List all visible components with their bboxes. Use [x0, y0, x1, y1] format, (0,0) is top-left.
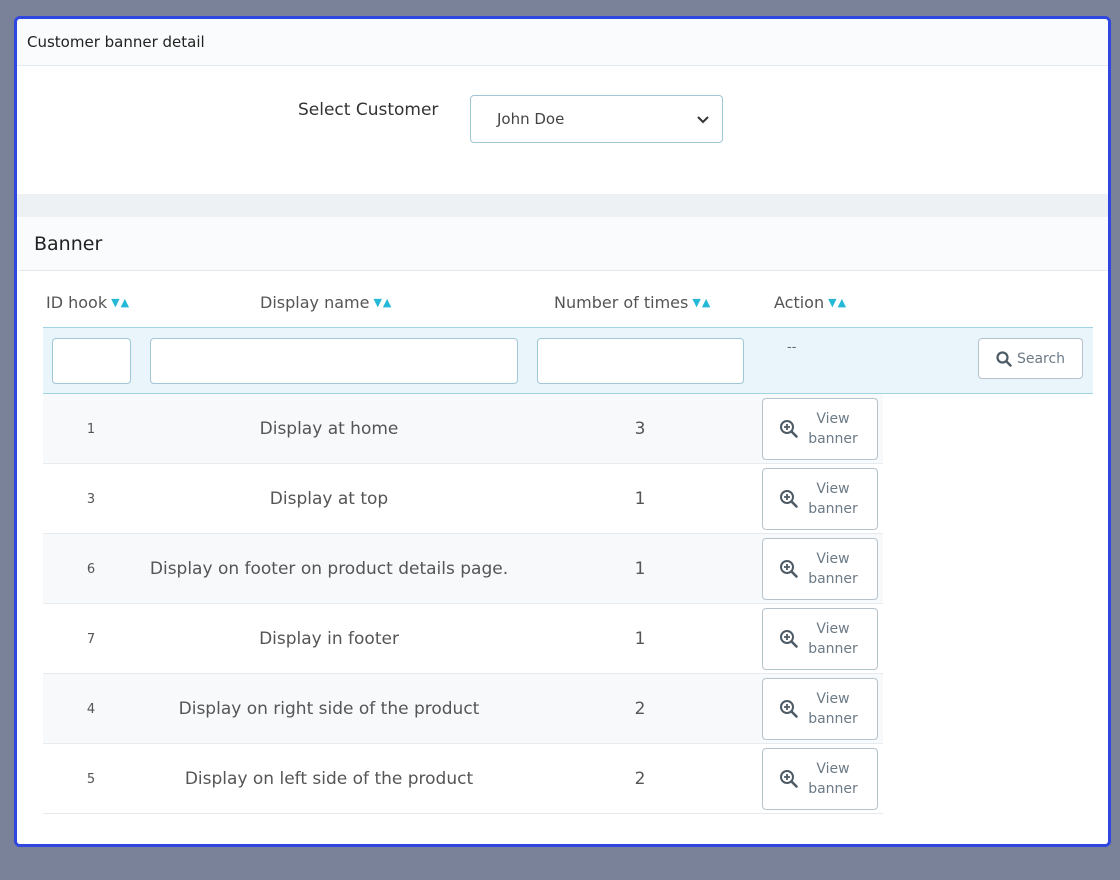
cell-id-hook: 1	[86, 422, 96, 437]
column-action-label: Action	[774, 293, 825, 312]
view-banner-button[interactable]: View banner	[762, 608, 878, 670]
filter-display-name-input[interactable]	[150, 338, 518, 384]
chevron-down-icon	[697, 116, 709, 124]
zoom-in-icon	[780, 630, 798, 648]
column-id-hook-label: ID hook	[46, 293, 108, 312]
table-row: 1 Display at home 3 View banner	[43, 394, 883, 464]
sort-icon[interactable]: ▼▲	[692, 296, 711, 309]
banner-panel: Banner ID hook ▼▲ Display name ▼▲ Number…	[17, 217, 1108, 844]
cell-id-hook: 4	[86, 702, 96, 717]
search-button[interactable]: Search	[978, 338, 1083, 379]
filter-action-placeholder: --	[787, 340, 797, 355]
sort-icon[interactable]: ▼▲	[111, 296, 130, 309]
view-banner-button[interactable]: View banner	[762, 468, 878, 530]
table-row: 6 Display on footer on product details p…	[43, 534, 883, 604]
cell-display-name: Display on left side of the product	[184, 769, 474, 789]
column-display-name-label: Display name	[260, 293, 370, 312]
cell-number-of-times: 1	[634, 629, 646, 649]
column-number-of-times-label: Number of times	[554, 293, 689, 312]
section-gap	[17, 194, 1108, 217]
customer-label: Select Customer	[298, 100, 439, 120]
cell-number-of-times: 2	[634, 769, 646, 789]
view-banner-label: View banner	[808, 621, 858, 657]
filter-number-of-times-input[interactable]	[537, 338, 744, 384]
banner-title: Banner	[34, 233, 103, 255]
banner-table: ID hook ▼▲ Display name ▼▲ Number of tim…	[43, 271, 1093, 814]
cell-display-name: Display at home	[259, 419, 399, 439]
table-row: 5 Display on left side of the product 2 …	[43, 744, 883, 814]
table-row: 4 Display on right side of the product 2…	[43, 674, 883, 744]
view-banner-label: View banner	[808, 691, 858, 727]
app-window: Customer banner detail Select Customer J…	[14, 16, 1111, 847]
sort-icon[interactable]: ▼▲	[373, 296, 392, 309]
cell-id-hook: 6	[86, 562, 96, 577]
view-banner-button[interactable]: View banner	[762, 398, 878, 460]
cell-number-of-times: 1	[634, 559, 646, 579]
cell-number-of-times: 3	[634, 419, 646, 439]
page-title: Customer banner detail	[27, 33, 205, 51]
table-row: 3 Display at top 1 View banner	[43, 464, 883, 534]
zoom-in-icon	[780, 420, 798, 438]
panel-header: Customer banner detail	[17, 19, 1108, 66]
filter-id-hook-input[interactable]	[52, 338, 131, 384]
filter-row: -- Search	[43, 327, 1093, 394]
zoom-in-icon	[780, 770, 798, 788]
view-banner-button[interactable]: View banner	[762, 678, 878, 740]
cell-id-hook: 3	[86, 492, 96, 507]
column-action: Action ▼▲	[774, 293, 847, 312]
table-header: ID hook ▼▲ Display name ▼▲ Number of tim…	[43, 271, 1093, 327]
cell-display-name: Display at top	[269, 489, 389, 509]
table-body: 1 Display at home 3 View banner 3 Displa…	[43, 394, 1093, 814]
view-banner-button[interactable]: View banner	[762, 748, 878, 810]
table-row: 7 Display in footer 1 View banner	[43, 604, 883, 674]
sort-icon[interactable]: ▼▲	[828, 296, 847, 309]
customer-select-value: John Doe	[497, 110, 565, 128]
zoom-in-icon	[780, 700, 798, 718]
column-number-of-times: Number of times ▼▲	[554, 293, 711, 312]
cell-number-of-times: 1	[634, 489, 646, 509]
view-banner-label: View banner	[808, 761, 858, 797]
zoom-in-icon	[780, 490, 798, 508]
customer-select[interactable]: John Doe	[470, 95, 723, 143]
cell-display-name: Display in footer	[259, 629, 399, 649]
cell-id-hook: 7	[86, 632, 96, 647]
cell-id-hook: 5	[86, 772, 96, 787]
column-id-hook: ID hook ▼▲	[46, 293, 130, 312]
view-banner-button[interactable]: View banner	[762, 538, 878, 600]
cell-display-name: Display on footer on product details pag…	[149, 559, 509, 579]
view-banner-label: View banner	[808, 551, 858, 587]
banner-header: Banner	[19, 217, 1108, 271]
column-display-name: Display name ▼▲	[260, 293, 392, 312]
search-icon	[996, 350, 1012, 367]
cell-display-name: Display on right side of the product	[178, 699, 480, 719]
customer-section: Select Customer John Doe	[17, 66, 1108, 194]
view-banner-label: View banner	[808, 411, 858, 447]
cell-number-of-times: 2	[634, 699, 646, 719]
view-banner-label: View banner	[808, 481, 858, 517]
zoom-in-icon	[780, 560, 798, 578]
search-button-label: Search	[1016, 350, 1066, 367]
